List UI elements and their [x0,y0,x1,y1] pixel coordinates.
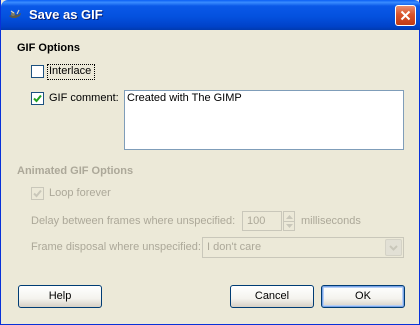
spin-up-icon[interactable] [284,212,294,221]
close-icon [396,10,415,21]
help-button-label: Help [48,290,72,302]
gif-options-heading: GIF Options [17,42,80,54]
close-button[interactable] [395,5,416,26]
disposal-selected-value: I don't care [207,241,262,253]
ok-button-label: OK [355,290,371,302]
delay-spin-buttons[interactable] [283,211,295,231]
title-bar[interactable]: Save as GIF [1,0,420,30]
ok-button[interactable]: OK [321,285,405,308]
interlace-checkbox[interactable] [31,65,44,78]
cancel-button[interactable]: Cancel [230,285,314,308]
delay-unit-label: milliseconds [301,215,361,227]
help-button[interactable]: Help [18,285,102,308]
save-as-gif-dialog: Save as GIF GIF Options Interlace GIF co… [0,0,420,325]
gif-comment-label[interactable]: GIF comment: [49,92,119,104]
gimp-icon [7,7,23,23]
disposal-select[interactable]: I don't care [202,237,404,258]
loop-forever-checkbox[interactable] [31,187,44,200]
chevron-down-icon[interactable] [385,239,402,256]
spin-down-icon[interactable] [284,221,294,230]
disposal-label: Frame disposal where unspecified: [31,241,201,253]
gif-comment-checkbox[interactable] [31,92,44,105]
delay-spin-input[interactable]: 100 [242,211,282,231]
animated-gif-options-heading: Animated GIF Options [17,165,134,177]
window-title: Save as GIF [29,7,103,22]
delay-label: Delay between frames where unspecified: [31,215,236,227]
cancel-button-label: Cancel [254,290,290,302]
interlace-label[interactable]: Interlace [49,65,91,77]
gif-comment-textarea[interactable]: Created with The GIMP [124,90,404,150]
loop-forever-label[interactable]: Loop forever [49,187,111,199]
